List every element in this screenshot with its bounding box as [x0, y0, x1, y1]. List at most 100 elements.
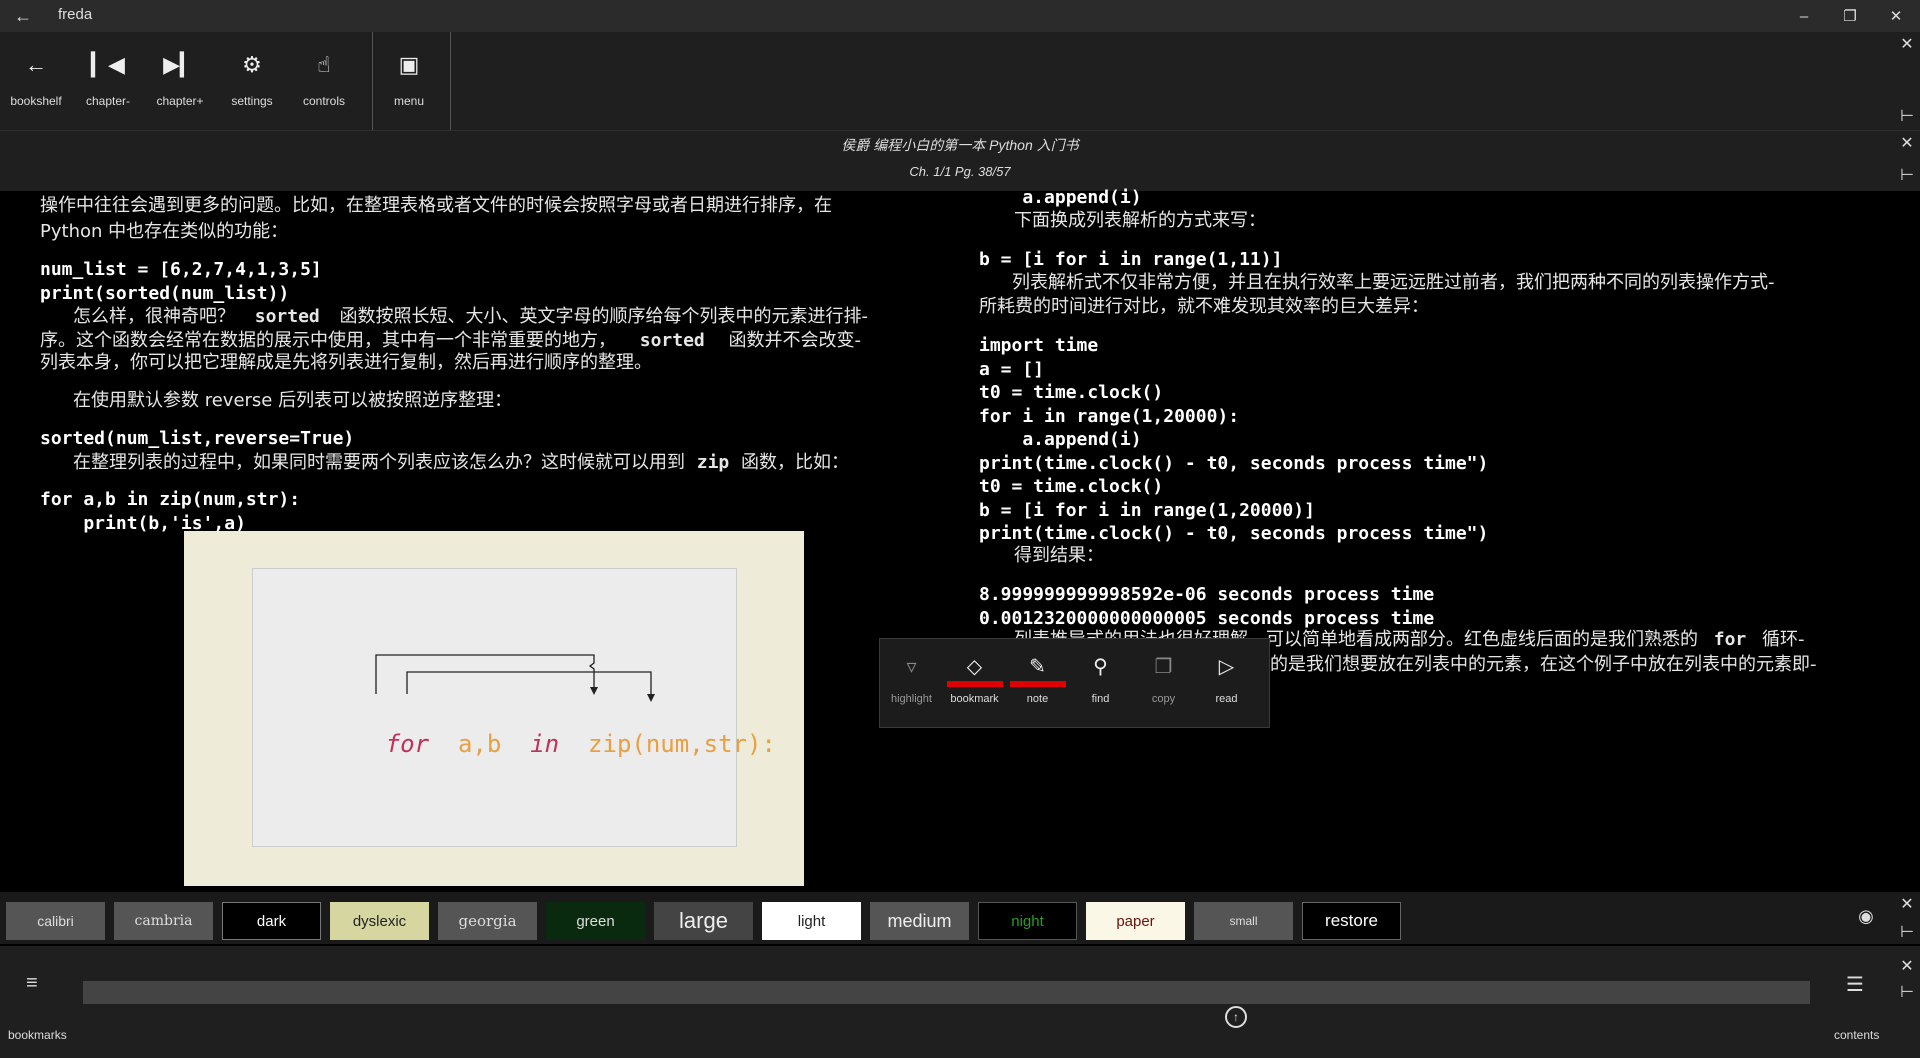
record-icon[interactable]: ◉	[1855, 906, 1877, 928]
theme-night-button[interactable]: night	[978, 902, 1077, 940]
back-arrow-icon[interactable]: ←	[8, 4, 38, 28]
text-span: 怎么样，很神奇吧？	[73, 306, 235, 327]
figure-code-line: for a,b in zip(num,str):	[299, 702, 776, 786]
theme-medium-button[interactable]: medium	[870, 902, 969, 940]
color-mark	[1136, 681, 1192, 687]
color-mark	[1073, 681, 1129, 687]
zip-call: zip(num,str):	[588, 730, 776, 758]
pin-icon[interactable]: ⊢	[1896, 922, 1918, 942]
settings-label: settings	[231, 94, 273, 108]
pin-icon[interactable]: ⊢	[1896, 982, 1918, 1002]
note-label: note	[1026, 693, 1049, 705]
bookmarks-list-icon[interactable]: ≡	[26, 972, 38, 995]
close-icon[interactable]: ✕	[1896, 133, 1918, 153]
figure-card: for a,b in zip(num,str):	[252, 568, 776, 847]
gear-icon: ⚙	[242, 52, 262, 77]
pin-icon[interactable]: ⊢	[1896, 165, 1918, 185]
paragraph: 怎么样，很神奇吧？ sorted 函数按照长短、大小、英文字母的顺序给每个列表中…	[40, 304, 940, 329]
theme-dyslexic-button[interactable]: dyslexic	[330, 902, 429, 940]
magnifier-icon: ⚲	[1093, 656, 1108, 678]
bookmarks-label[interactable]: bookmarks	[8, 1028, 67, 1042]
theme-cambria-button[interactable]: cambria	[114, 902, 213, 940]
selection-popup: ▿ highlight ◇ bookmark ✎ note ⚲ find ❐ c…	[879, 638, 1270, 728]
inline-code: zip	[696, 452, 730, 473]
settings-button[interactable]: ⚙ settings	[216, 32, 288, 130]
skip-previous-icon: ▎◀	[91, 52, 125, 77]
color-mark	[1009, 681, 1066, 687]
menu-label: menu	[393, 94, 425, 108]
code-block: sorted(num_list,reverse=True)	[40, 428, 355, 449]
paragraph: 在使用默认参数 reverse 后列表可以被按照逆序整理：	[73, 390, 513, 411]
text-span: 在整理列表的过程中，如果同时需要两个列表应该怎么办？这时候就可以用到	[73, 452, 685, 473]
paragraph: 得到结果：	[1014, 545, 1104, 566]
top-toolbar: ← bookshelf ▎◀ chapter- ▶▎ chapter+ ⚙ se…	[0, 32, 1920, 130]
theme-green-button[interactable]: green	[546, 902, 645, 940]
text-span: 循环-	[1761, 629, 1805, 650]
restore-button[interactable]: restore	[1302, 902, 1401, 940]
menu-button[interactable]: ▣ menu	[373, 32, 445, 130]
paragraph: 列表本身，你可以把它理解成是先将列表进行复制，然后再进行顺序的整理。	[40, 352, 652, 373]
inline-code: sorted	[254, 306, 320, 327]
paragraph: 所耗费的时间进行对比，就不难发现其效率的巨大差异：	[979, 296, 1429, 317]
bookmark-button[interactable]: ◇ bookmark	[943, 639, 1006, 727]
close-icon[interactable]: ✕	[1896, 894, 1918, 914]
copy-label: copy	[1151, 693, 1176, 705]
text-span: 函数，比如：	[740, 452, 849, 473]
color-mark	[1199, 681, 1255, 687]
paragraph: Python 中也存在类似的功能：	[40, 221, 289, 242]
theme-light-button[interactable]: light	[762, 902, 861, 940]
skip-next-icon: ▶▎	[163, 52, 197, 77]
bookshelf-label: bookshelf	[10, 94, 62, 108]
close-window-button[interactable]: ✕	[1873, 0, 1919, 32]
book-title: 侯爵 编程小白的第一本 Python 入门书	[841, 137, 1079, 153]
keyword-for: for	[385, 730, 430, 758]
inline-code: for	[1713, 629, 1747, 650]
text-span: 函数按照长短、大小、英文字母的顺序给每个列表中的元素进行排-	[339, 306, 869, 327]
paragraph: 列表解析式不仅非常方便，并且在执行效率上要远远胜过前者，我们把两种不同的列表操作…	[1012, 272, 1775, 293]
text-span: 序。这个函数会经常在数据的展示中使用，其中有一个非常重要的地方，	[40, 330, 616, 351]
theme-dark-button[interactable]: dark	[222, 902, 321, 940]
bookshelf-button[interactable]: ← bookshelf	[0, 32, 72, 130]
find-label: find	[1091, 693, 1110, 705]
copy-icon: ❐	[1154, 656, 1173, 678]
title-bar: ← freda – ❐ ✕	[0, 0, 1920, 32]
read-label: read	[1215, 693, 1238, 705]
contents-label[interactable]: contents	[1834, 1028, 1879, 1042]
chapter-prev-label: chapter-	[85, 94, 131, 108]
theme-paper-button[interactable]: paper	[1086, 902, 1185, 940]
theme-large-button[interactable]: large	[654, 902, 753, 940]
close-icon[interactable]: ✕	[1896, 34, 1918, 54]
theme-georgia-button[interactable]: georgia	[438, 902, 537, 940]
contents-list-icon[interactable]: ☰	[1846, 972, 1864, 997]
paragraph: 操作中往往会遇到更多的问题。比如，在整理表格或者文件的时候会按照字母或者日期进行…	[40, 195, 832, 216]
color-mark	[884, 681, 940, 687]
minimize-button[interactable]: –	[1781, 0, 1827, 32]
note-button[interactable]: ✎ note	[1006, 639, 1069, 727]
paragraph: 下面换成列表解析的方式来写：	[1014, 210, 1266, 231]
text-span: 函数并不会改变-	[728, 330, 862, 351]
vars-ab: a,b	[457, 730, 502, 758]
code-block: a.append(i)	[979, 187, 1142, 208]
progress-bar[interactable]	[83, 981, 1810, 1004]
close-icon[interactable]: ✕	[1896, 956, 1918, 976]
paragraph: 在整理列表的过程中，如果同时需要两个列表应该怎么办？这时候就可以用到 zip 函…	[73, 450, 953, 475]
theme-strip: calibri cambria dark dyslexic georgia gr…	[0, 892, 1920, 944]
pin-icon[interactable]: ⊢	[1896, 106, 1918, 126]
controls-button[interactable]: ☝ controls	[288, 32, 360, 130]
keyboard-icon: ▣	[398, 52, 420, 77]
book-header: 侯爵 编程小白的第一本 Python 入门书 Ch. 1/1 Pg. 38/57…	[0, 130, 1920, 191]
diamond-icon: ◇	[966, 656, 983, 678]
find-button[interactable]: ⚲ find	[1069, 639, 1132, 727]
restore-button[interactable]: ❐	[1827, 0, 1873, 32]
read-button[interactable]: ▷ read	[1195, 639, 1258, 727]
copy-button[interactable]: ❐ copy	[1132, 639, 1195, 727]
chapter-prev-button[interactable]: ▎◀ chapter-	[72, 32, 144, 130]
theme-calibri-button[interactable]: calibri	[6, 902, 105, 940]
chapter-next-button[interactable]: ▶▎ chapter+	[144, 32, 216, 130]
toolbar-divider	[450, 32, 451, 130]
controls-label: controls	[302, 94, 346, 108]
scroll-up-icon[interactable]: ↑	[1225, 1006, 1247, 1028]
pencil-icon: ✎	[1029, 656, 1046, 678]
theme-small-button[interactable]: small	[1194, 902, 1293, 940]
highlight-button[interactable]: ▿ highlight	[880, 639, 943, 727]
